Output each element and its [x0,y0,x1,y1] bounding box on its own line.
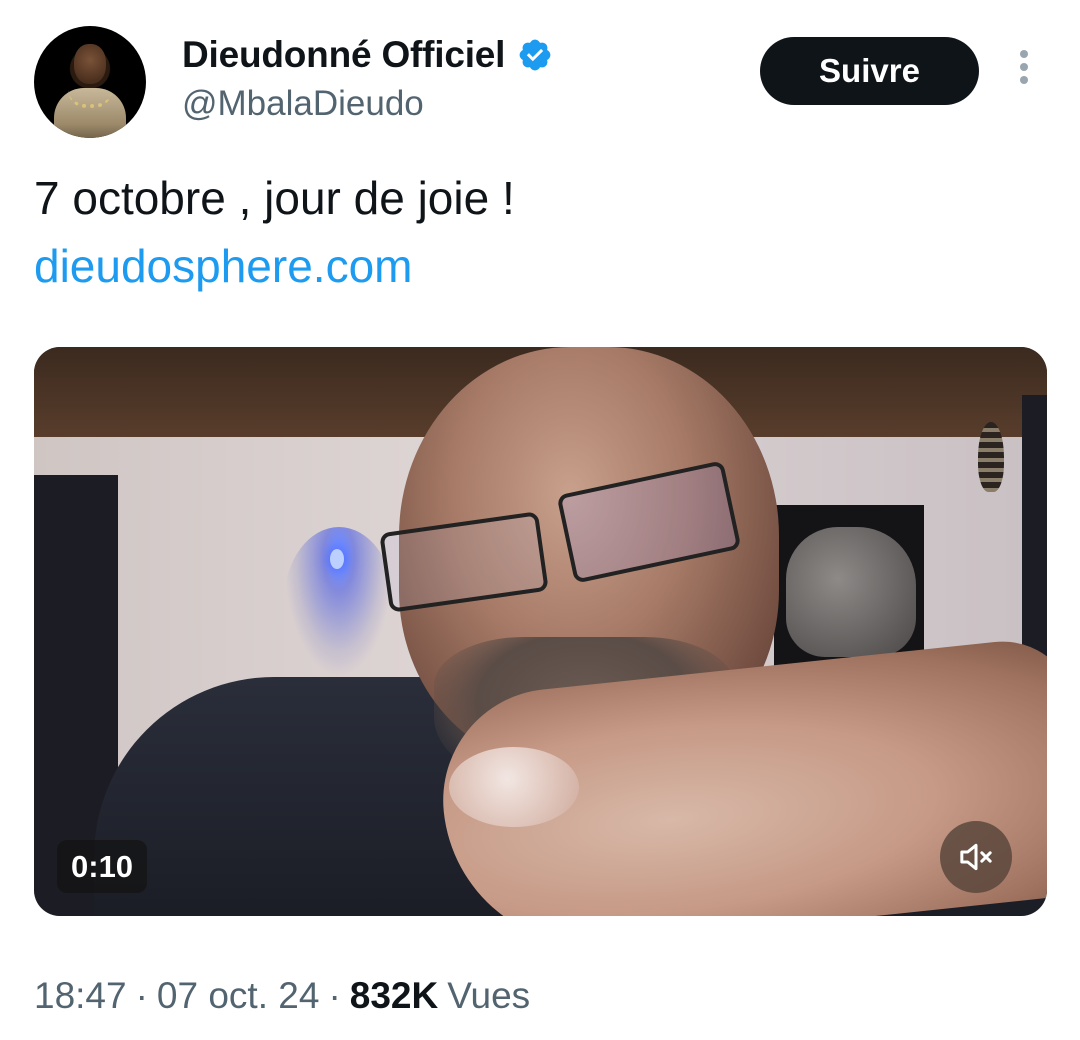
avatar[interactable] [34,26,146,138]
verified-badge-icon [517,37,553,73]
speaker-muted-icon [960,843,992,871]
tweet-time[interactable]: 18:47 [34,975,127,1017]
name-row: Dieudonné Officiel [182,32,553,78]
tweet-date[interactable]: 07 oct. 24 [157,975,320,1017]
video-scene-elephant-picture [786,527,916,657]
follow-button[interactable]: Suivre [760,37,979,105]
views-label: Vues [447,975,531,1016]
user-handle[interactable]: @MbalaDieudo [182,84,424,124]
video-duration-badge: 0:10 [57,840,148,893]
display-name[interactable]: Dieudonné Officiel [182,34,505,76]
mute-button[interactable] [940,821,1012,893]
avatar-head [74,44,106,84]
tweet-header: Dieudonné Officiel @MbalaDieudo Suivre [0,0,1080,150]
tweet-meta: 18:47 · 07 oct. 24 · 832K Vues [34,975,530,1017]
more-options-icon[interactable] [1006,50,1042,92]
video-scene-lamp [330,549,344,569]
video-scene-thumb [449,747,579,827]
video-scene-mask [978,422,1004,492]
meta-separator: · [135,975,148,1016]
tweet-link[interactable]: dieudosphere.com [34,238,412,294]
meta-separator: · [328,975,341,1016]
tweet-text: 7 octobre , jour de joie ! [34,172,515,224]
video-player[interactable]: 0:10 [34,347,1047,916]
views-count[interactable]: 832K [350,975,438,1017]
